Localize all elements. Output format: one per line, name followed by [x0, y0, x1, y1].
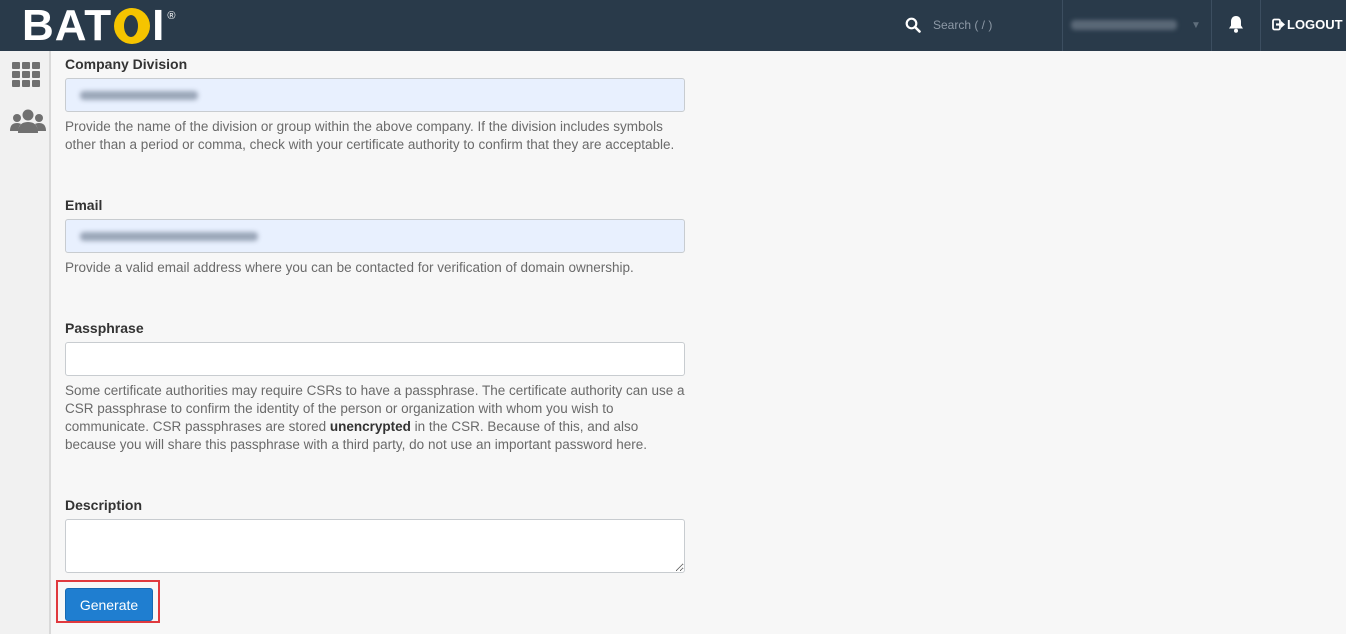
users-icon[interactable]	[10, 107, 46, 137]
search-box[interactable]: Search ( / )	[905, 14, 1055, 36]
user-menu[interactable]: ▼	[1071, 16, 1201, 34]
passphrase-label: Passphrase	[65, 320, 144, 336]
registered-mark: ®	[167, 10, 176, 22]
logout-button[interactable]: LOGOUT	[1272, 17, 1343, 32]
logo-text-start: BAT	[22, 1, 113, 50]
passphrase-help: Some certificate authorities may require…	[65, 382, 685, 454]
navbar-divider	[1062, 0, 1063, 51]
description-label: Description	[65, 497, 143, 513]
logo-wordmark: BAT I	[22, 4, 165, 48]
email-label: Email	[65, 197, 103, 213]
batoi-logo[interactable]: BAT I ®	[22, 4, 176, 48]
navbar-divider	[1260, 0, 1261, 51]
chevron-down-icon: ▼	[1191, 19, 1201, 31]
email-input[interactable]	[65, 219, 685, 253]
logout-icon	[1272, 18, 1285, 31]
search-placeholder: Search ( / )	[933, 18, 993, 32]
navbar-divider	[1211, 0, 1212, 51]
email-value-redacted	[80, 232, 258, 241]
passphrase-input[interactable]	[65, 342, 685, 376]
apps-grid-icon[interactable]	[10, 61, 42, 89]
description-textarea[interactable]	[65, 519, 685, 573]
company-division-help: Provide the name of the division or grou…	[65, 119, 675, 152]
left-sidebar	[0, 51, 51, 634]
username-redacted	[1071, 20, 1177, 30]
logo-text-end: I	[152, 1, 166, 50]
logo-o-mark	[114, 8, 151, 44]
bell-icon[interactable]	[1227, 14, 1245, 34]
search-icon	[905, 17, 921, 33]
email-help: Provide a valid email address where you …	[65, 260, 634, 275]
company-division-value-redacted	[80, 91, 198, 100]
logout-label: LOGOUT	[1287, 17, 1343, 32]
company-division-label: Company Division	[65, 56, 188, 72]
generate-button[interactable]: Generate	[65, 588, 153, 621]
company-division-input[interactable]	[65, 78, 685, 112]
top-navbar: BAT I ® Search ( / ) ▼ LOGOUT	[0, 0, 1346, 51]
passphrase-help-emphasis: unencrypted	[329, 419, 411, 434]
